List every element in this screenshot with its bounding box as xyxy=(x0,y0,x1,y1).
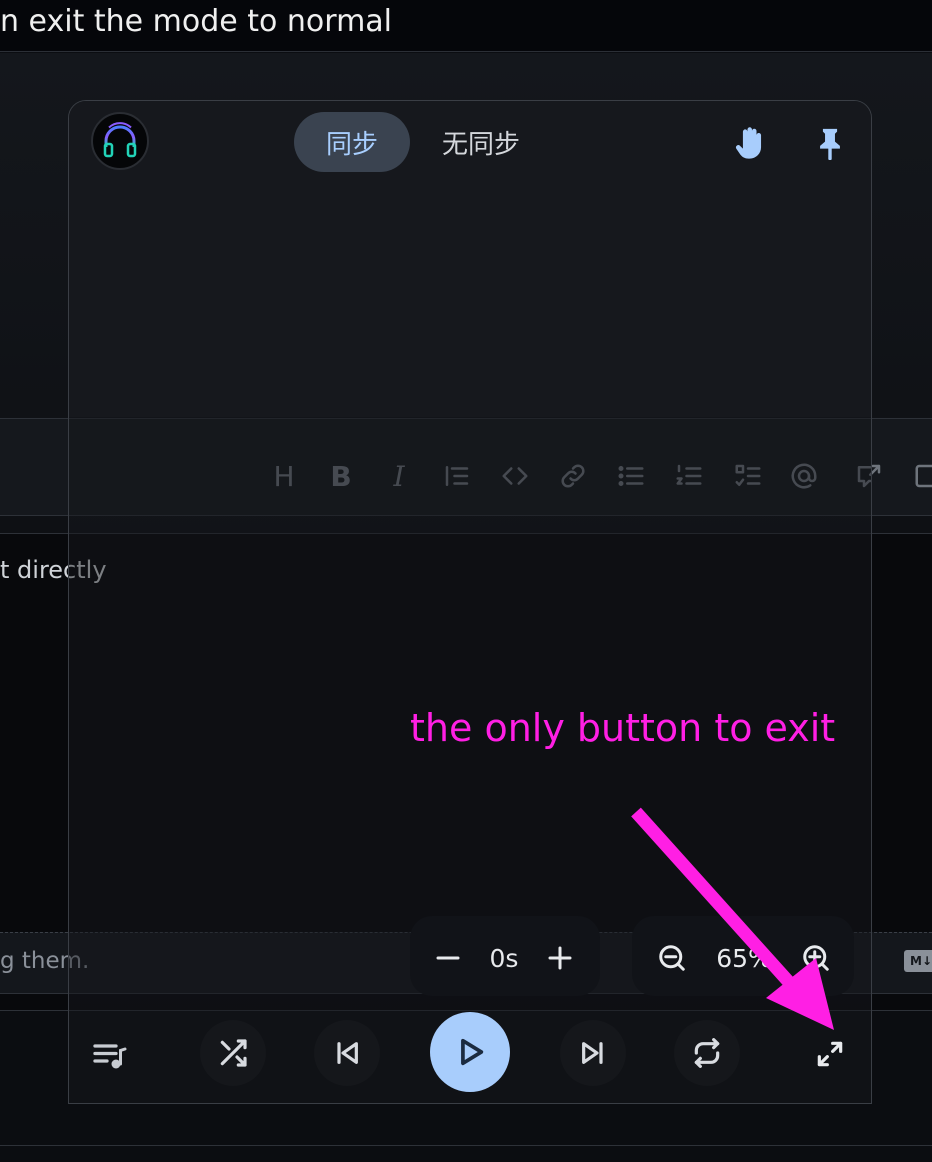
fullscreen-exit-icon xyxy=(817,1041,843,1067)
play-icon xyxy=(461,1038,484,1066)
next-icon xyxy=(582,1042,603,1064)
image-icon[interactable] xyxy=(910,458,932,494)
headphones-icon[interactable] xyxy=(91,112,149,170)
annotation-arrow xyxy=(631,807,834,1030)
shuffle-button[interactable] xyxy=(200,1020,266,1086)
delay-value: 0s xyxy=(489,943,519,973)
hand-icon[interactable] xyxy=(733,124,767,162)
delay-control: 0s xyxy=(420,930,588,986)
pin-icon[interactable] xyxy=(815,126,845,160)
play-button[interactable] xyxy=(430,1012,510,1092)
tab-sync[interactable]: 同步 xyxy=(294,112,411,172)
decrease-delay-button[interactable] xyxy=(420,930,476,986)
background-heading: n exit the mode to normal xyxy=(0,4,393,39)
annotation-text: the only button to exit xyxy=(410,706,836,750)
tab-no-sync[interactable]: 无同步 xyxy=(410,112,552,172)
increase-delay-button[interactable] xyxy=(532,930,588,986)
repeat-icon xyxy=(694,1038,720,1068)
next-button[interactable] xyxy=(560,1020,626,1086)
shuffle-icon xyxy=(220,1039,247,1067)
sync-tabs: 同步 无同步 xyxy=(294,112,552,172)
previous-button[interactable] xyxy=(314,1020,380,1086)
previous-icon xyxy=(337,1042,358,1064)
markdown-icon: M↓ xyxy=(904,950,932,972)
queue-icon[interactable] xyxy=(92,1040,128,1070)
